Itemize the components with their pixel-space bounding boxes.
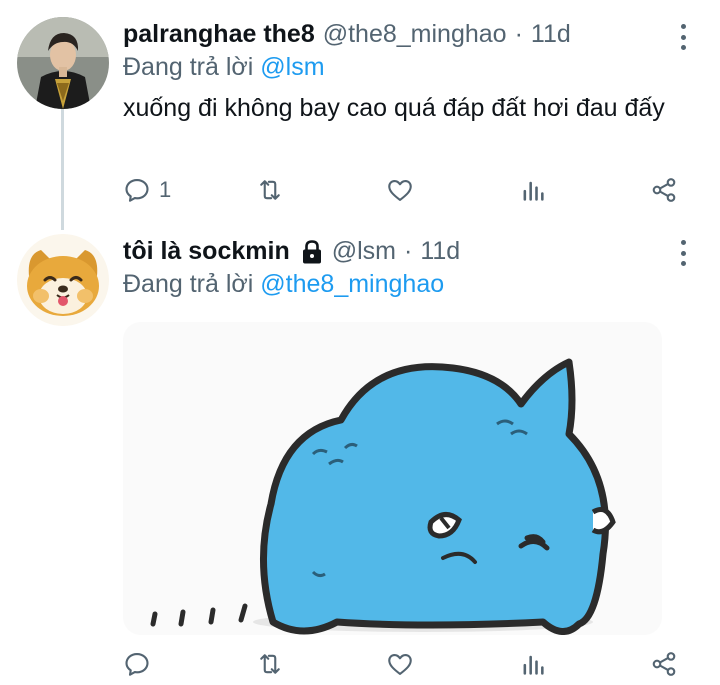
replying-prefix: Đang trả lời <box>123 53 254 81</box>
separator: · <box>403 237 413 265</box>
analytics-icon <box>523 181 544 201</box>
like-icon <box>388 179 412 201</box>
handle[interactable]: @lsm <box>332 237 396 266</box>
handle[interactable]: @the8_minghao <box>323 20 507 49</box>
analytics-button[interactable] <box>519 650 547 678</box>
analytics-button[interactable] <box>519 176 547 204</box>
reply-count: 1 <box>159 177 172 202</box>
mention-link[interactable]: @lsm <box>260 53 324 81</box>
replying-to: Đang trả lời @lsm <box>123 53 325 82</box>
image-blue-cartoon-cat <box>123 322 662 635</box>
avatar-photo-person <box>17 17 109 109</box>
retweet-icon <box>260 654 280 674</box>
more-icon[interactable] <box>673 238 693 268</box>
timestamp[interactable]: 11d <box>531 20 571 49</box>
lock-icon <box>302 239 321 263</box>
reply-button[interactable]: 1 <box>123 176 171 204</box>
reply-button[interactable] <box>123 650 151 678</box>
reply-icon <box>125 653 149 676</box>
timestamp[interactable]: 11d <box>420 237 460 266</box>
share-icon <box>652 178 676 202</box>
reply-icon <box>125 179 149 202</box>
avatar[interactable] <box>17 234 109 326</box>
mention-link[interactable]: @the8_minghao <box>260 270 444 298</box>
more-icon[interactable] <box>673 22 693 52</box>
replying-prefix: Đang trả lời <box>123 270 254 298</box>
share-button[interactable] <box>650 176 678 204</box>
like-button[interactable] <box>386 650 414 678</box>
separator: · <box>514 20 523 48</box>
replying-to: Đang trả lời @the8_minghao <box>123 270 444 299</box>
retweet-button[interactable] <box>256 176 284 204</box>
tweet-text: xuống đi không bay cao quá đáp đất hơi đ… <box>123 94 665 122</box>
share-icon <box>652 652 676 676</box>
like-button[interactable] <box>386 176 414 204</box>
retweet-icon <box>260 180 280 200</box>
retweet-button[interactable] <box>256 650 284 678</box>
display-name[interactable]: tôi là sockmin <box>123 237 290 266</box>
analytics-icon <box>523 655 544 675</box>
thread-line <box>61 108 64 230</box>
display-name[interactable]: palranghae the8 <box>123 20 315 49</box>
share-button[interactable] <box>650 650 678 678</box>
like-icon <box>388 653 412 675</box>
avatar-shiba-dog <box>17 234 109 326</box>
tweet-media-image[interactable] <box>123 322 662 635</box>
avatar[interactable] <box>17 17 109 109</box>
